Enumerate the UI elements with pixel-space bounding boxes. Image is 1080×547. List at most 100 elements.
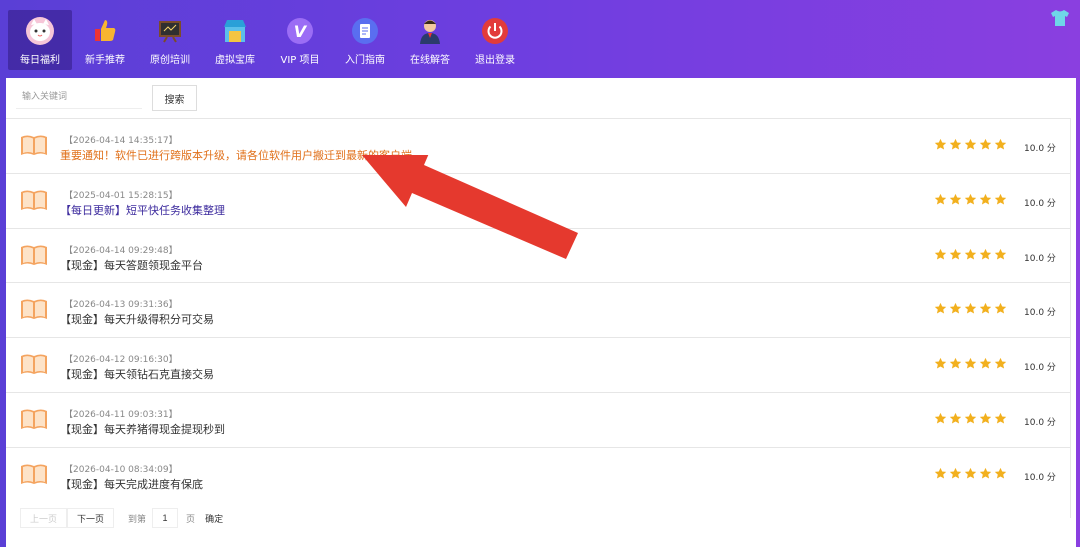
item-score: 10.0 分 (1024, 417, 1056, 428)
nav-label: VIP 项目 (280, 55, 320, 66)
rating-stars (934, 302, 1009, 315)
list-item[interactable]: 【2026-04-11 09:03:31】 【现金】每天养猪得现金提现秒到 10… (6, 391, 1071, 447)
star-icon (949, 248, 962, 260)
star-icon (934, 467, 947, 479)
support-agent-icon (415, 16, 445, 46)
rating-stars (934, 467, 1009, 480)
item-date: 【2026-04-14 09:29:48】 (64, 245, 178, 256)
nav-item-beginner-recommend[interactable]: 新手推荐 (73, 10, 137, 70)
book-icon (21, 409, 47, 429)
nav-item-getting-started[interactable]: 入门指南 (333, 10, 397, 70)
star-icon (979, 467, 992, 479)
item-date: 【2026-04-12 09:16:30】 (64, 355, 178, 366)
red-arrow-annotation (362, 155, 578, 259)
item-score: 10.0 分 (1024, 363, 1056, 374)
nav-label: 每日福利 (20, 55, 60, 66)
star-icon (994, 303, 1007, 314)
star-icon (934, 138, 947, 150)
item-score: 10.0 分 (1024, 472, 1056, 483)
star-icon (979, 138, 992, 150)
nav-label: 入门指南 (345, 55, 385, 66)
star-icon (979, 303, 992, 314)
item-date: 【2026-04-14 14:35:17】 (64, 136, 178, 146)
item-date: 【2026-04-13 09:31:36】 (64, 300, 178, 311)
item-date: 【2026-04-11 09:03:31】 (64, 409, 178, 420)
star-icon (934, 412, 947, 424)
star-icon (934, 303, 947, 314)
star-icon (994, 358, 1007, 369)
star-icon (964, 138, 977, 150)
star-icon (964, 358, 977, 369)
thumbs-up-icon (90, 16, 120, 46)
item-title[interactable]: 【现金】每天养猪得现金提现秒到 (60, 421, 225, 437)
star-icon (949, 412, 962, 424)
star-icon (949, 467, 962, 479)
star-icon (964, 248, 977, 260)
tshirt-icon[interactable] (1050, 9, 1070, 27)
document-icon (350, 16, 380, 46)
book-icon (21, 190, 47, 210)
vip-icon: V (285, 16, 315, 46)
book-icon (21, 354, 47, 375)
nav-label: 原创培训 (150, 55, 190, 66)
nav-item-online-answers[interactable]: 在线解答 (398, 10, 462, 70)
search-button[interactable]: 搜索 (152, 85, 197, 111)
book-icon (21, 135, 47, 155)
nav-item-virtual-treasury[interactable]: 虚拟宝库 (203, 10, 267, 70)
star-icon (964, 412, 977, 424)
prev-page-button[interactable]: 上一页 (20, 508, 68, 528)
item-score: 10.0 分 (1024, 198, 1056, 209)
nav-label: 在线解答 (410, 55, 450, 66)
confirm-page-button[interactable]: 确定 (205, 512, 223, 525)
rating-stars (934, 138, 1009, 151)
item-title[interactable]: 【每日更新】短平快任务收集整理 (60, 202, 225, 218)
top-navigation-bar: 每日福利 新手推荐 原创培训 虚拟宝库 V VIP 项目 入门指南 在线解答 退… (0, 0, 1080, 78)
star-icon (964, 193, 977, 205)
item-score: 10.0 分 (1024, 308, 1056, 319)
star-icon (949, 193, 962, 205)
star-icon (949, 358, 962, 369)
star-icon (994, 193, 1007, 205)
star-icon (934, 358, 947, 369)
nav-item-vip-project[interactable]: V VIP 项目 (268, 10, 332, 70)
search-bar: 搜索 (16, 85, 197, 111)
content-panel: 搜索 【2026-04-14 14:35:17】 重要通知！软件已进行跨版本升级… (6, 78, 1076, 547)
item-date: 【2025-04-01 15:28:15】 (64, 190, 178, 201)
page-number-input[interactable] (152, 508, 179, 528)
star-icon (994, 467, 1007, 479)
nav-label: 虚拟宝库 (215, 55, 255, 66)
main-nav: 每日福利 新手推荐 原创培训 虚拟宝库 V VIP 项目 入门指南 在线解答 退… (8, 10, 528, 70)
vertical-scrollbar[interactable] (1070, 118, 1076, 518)
rating-stars (934, 248, 1009, 261)
item-title[interactable]: 【现金】每天升级得积分可交易 (60, 311, 214, 327)
list-item[interactable]: 【2026-04-10 08:34:09】 【现金】每天完成进度有保底 10.0… (6, 446, 1071, 502)
star-icon (949, 303, 962, 314)
star-icon (934, 248, 947, 260)
store-icon (220, 16, 250, 46)
cat-icon (25, 16, 55, 46)
star-icon (994, 138, 1007, 150)
list-item[interactable]: 【2026-04-13 09:31:36】 【现金】每天升级得积分可交易 10.… (6, 282, 1071, 337)
star-icon (994, 412, 1007, 424)
svg-text:V: V (294, 22, 308, 41)
rating-stars (934, 412, 1009, 425)
book-icon (21, 245, 47, 265)
list-item[interactable]: 【2026-04-12 09:16:30】 【现金】每天领钻石克直接交易 10.… (6, 337, 1071, 392)
search-input[interactable] (16, 85, 142, 109)
star-icon (934, 193, 947, 205)
nav-item-logout[interactable]: 退出登录 (463, 10, 527, 70)
book-icon (21, 464, 47, 484)
pagination: 上一页 下一页 到第 页 确定 (20, 508, 223, 528)
nav-item-original-training[interactable]: 原创培训 (138, 10, 202, 70)
nav-item-daily-welfare[interactable]: 每日福利 (8, 10, 72, 70)
item-title[interactable]: 【现金】每天答题领现金平台 (60, 257, 203, 273)
star-icon (979, 358, 992, 369)
blackboard-icon (155, 16, 185, 46)
item-title[interactable]: 【现金】每天完成进度有保底 (60, 476, 203, 492)
item-title[interactable]: 【现金】每天领钻石克直接交易 (60, 366, 214, 382)
book-icon (21, 299, 47, 320)
star-icon (964, 303, 977, 314)
item-date: 【2026-04-10 08:34:09】 (64, 464, 178, 475)
next-page-button[interactable]: 下一页 (67, 508, 115, 528)
rating-stars (934, 357, 1009, 370)
